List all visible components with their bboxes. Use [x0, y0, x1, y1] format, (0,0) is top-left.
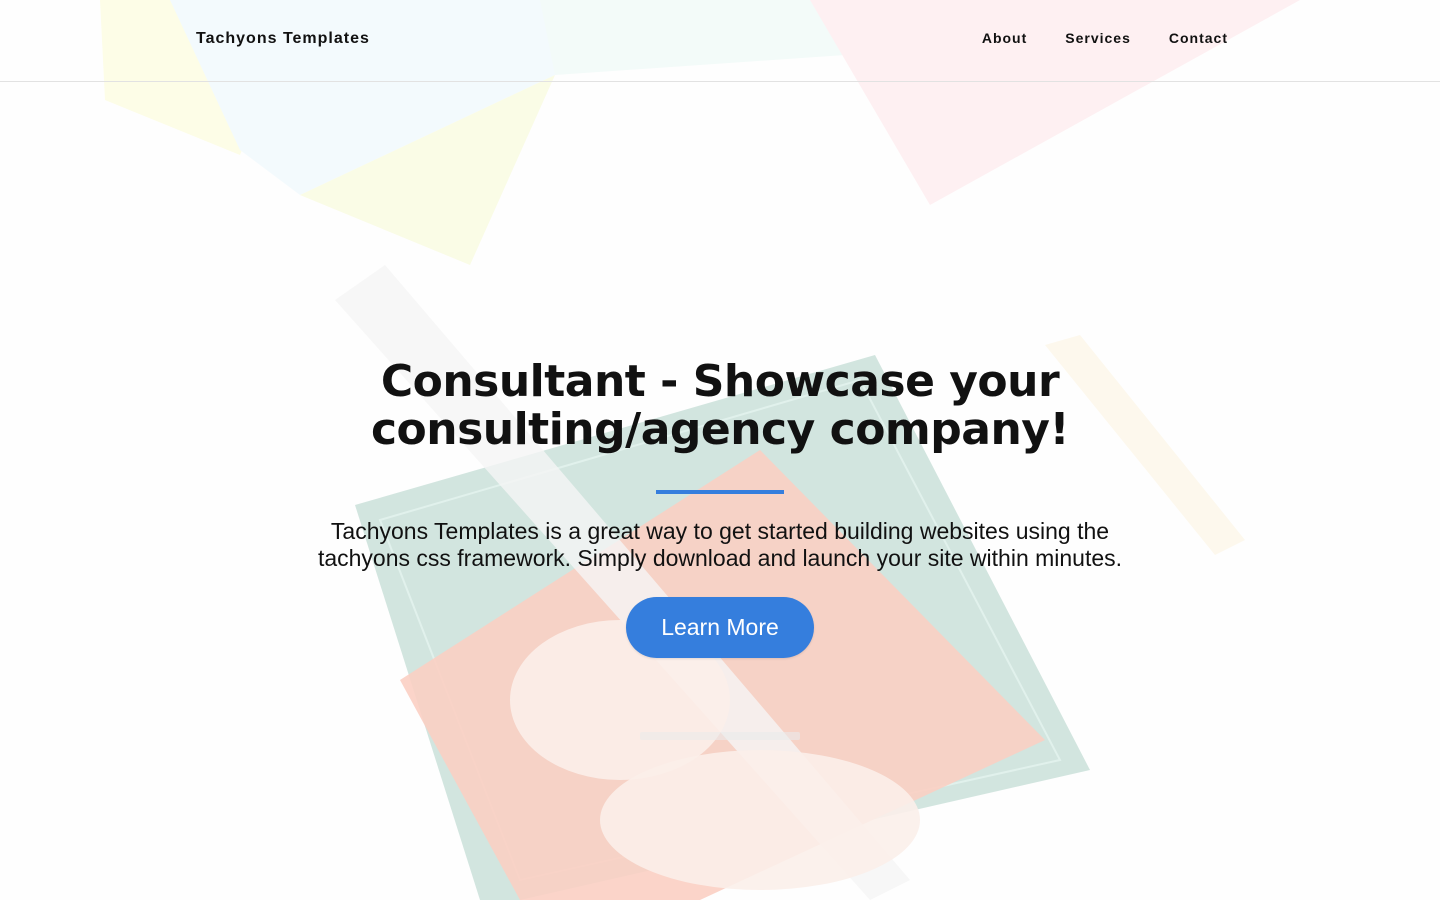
hero-description: Tachyons Templates is a great way to get…	[317, 518, 1123, 571]
hero-section: Consultant - Showcase your consulting/ag…	[0, 0, 1440, 900]
hero-title: Consultant - Showcase your consulting/ag…	[370, 356, 1070, 455]
learn-more-button[interactable]: Learn More	[626, 597, 814, 658]
hero-divider	[656, 490, 784, 494]
